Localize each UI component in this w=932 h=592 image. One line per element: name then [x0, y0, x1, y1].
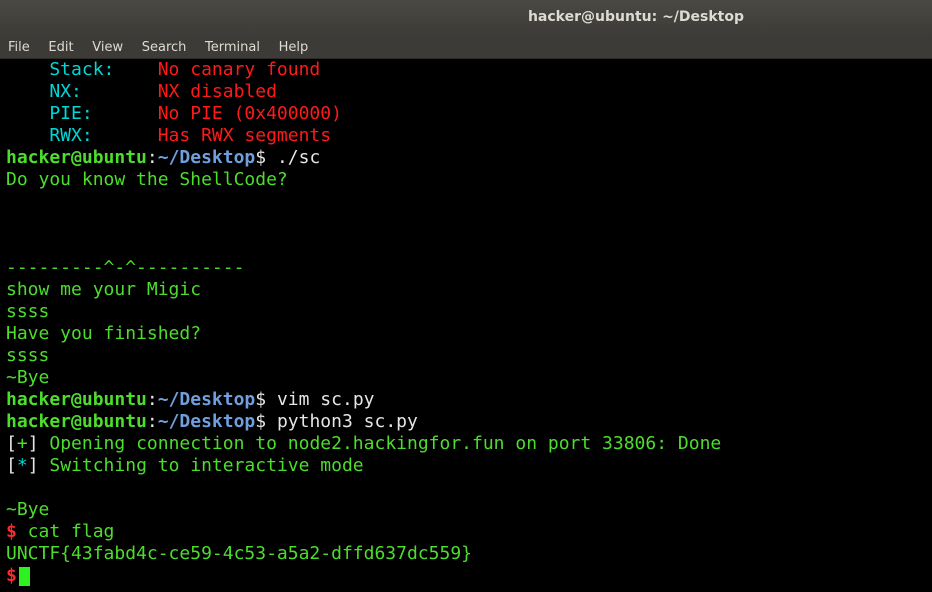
output-line: Do you know the ShellCode?	[6, 169, 288, 190]
prompt-line: hacker@ubuntu:~/Desktop$ ./sc	[6, 147, 721, 169]
prompt-line: hacker@ubuntu:~/Desktop$ vim sc.py	[6, 389, 721, 411]
pwn-log-mark: +	[16, 433, 28, 454]
shell-prompt: $	[6, 565, 17, 586]
prompt-user: hacker@ubuntu	[6, 411, 147, 432]
output-line: show me your Migic	[6, 279, 202, 300]
checksec-value: Has RWX segments	[157, 125, 332, 146]
output-line: ~Bye	[6, 499, 50, 520]
command-text: python3 sc.py	[266, 411, 418, 432]
menu-bar: File Edit View Search Terminal Help	[0, 36, 932, 59]
output-line: Have you finished?	[6, 323, 202, 344]
prompt-line: hacker@ubuntu:~/Desktop$ python3 sc.py	[6, 411, 721, 433]
pwn-log-text: Opening connection to node2.hackingfor.f…	[38, 433, 722, 454]
prompt-sep: :	[146, 411, 158, 432]
checksec-line: PIE: No PIE (0x400000)	[6, 103, 721, 125]
pwn-log-line: [*] Switching to interactive mode	[6, 455, 364, 476]
prompt-symbol: $	[255, 147, 267, 168]
shell-line: $ cat flag	[6, 521, 721, 543]
command-text: cat flag	[16, 521, 115, 542]
pwn-log-mark: *	[16, 455, 28, 476]
shell-prompt: $	[6, 521, 17, 542]
window-title: hacker@ubuntu: ~/Desktop	[527, 9, 745, 25]
checksec-value: No canary found	[157, 59, 321, 80]
checksec-label: PIE:	[6, 103, 158, 124]
output-line: ssss	[6, 301, 50, 322]
checksec-line: RWX: Has RWX segments	[6, 125, 721, 147]
output-line: ---------^-^----------	[6, 257, 245, 278]
prompt-path: ~/Desktop	[157, 411, 256, 432]
checksec-value: NX disabled	[157, 81, 277, 102]
prompt-symbol: $	[255, 411, 267, 432]
terminal-output: Stack: No canary found NX: NX disabled P…	[6, 59, 721, 587]
title-bar[interactable]: hacker@ubuntu: ~/Desktop	[0, 0, 932, 36]
menu-terminal[interactable]: Terminal	[204, 37, 261, 59]
prompt-sep: :	[146, 147, 158, 168]
pwn-log-line: [+] Opening connection to node2.hackingf…	[6, 433, 722, 454]
output-line: ~Bye	[6, 367, 50, 388]
prompt-user: hacker@ubuntu	[6, 389, 147, 410]
prompt-symbol: $	[255, 389, 267, 410]
checksec-line: Stack: No canary found	[6, 59, 721, 81]
prompt-path: ~/Desktop	[157, 147, 256, 168]
terminal-view[interactable]: Stack: No canary found NX: NX disabled P…	[0, 59, 932, 592]
checksec-label: Stack:	[6, 59, 158, 80]
checksec-label: RWX:	[6, 125, 158, 146]
command-text: ./sc	[266, 147, 321, 168]
menu-search[interactable]: Search	[141, 37, 188, 59]
prompt-user: hacker@ubuntu	[6, 147, 147, 168]
shell-line: $	[6, 565, 721, 587]
menu-edit[interactable]: Edit	[47, 37, 74, 59]
output-line: ssss	[6, 345, 50, 366]
menu-file[interactable]: File	[7, 37, 31, 59]
checksec-label: NX:	[6, 81, 158, 102]
prompt-path: ~/Desktop	[157, 389, 256, 410]
text-cursor[interactable]	[18, 566, 30, 586]
menu-help[interactable]: Help	[278, 37, 310, 59]
flag-output: UNCTF{43fabd4c-ce59-4c53-a5a2-dffd637dc5…	[6, 543, 472, 564]
pwn-log-text: Switching to interactive mode	[38, 455, 364, 476]
prompt-sep: :	[146, 389, 158, 410]
checksec-line: NX: NX disabled	[6, 81, 721, 103]
command-text: vim sc.py	[266, 389, 375, 410]
menu-view[interactable]: View	[91, 37, 124, 59]
checksec-value: No PIE (0x400000)	[157, 103, 342, 124]
